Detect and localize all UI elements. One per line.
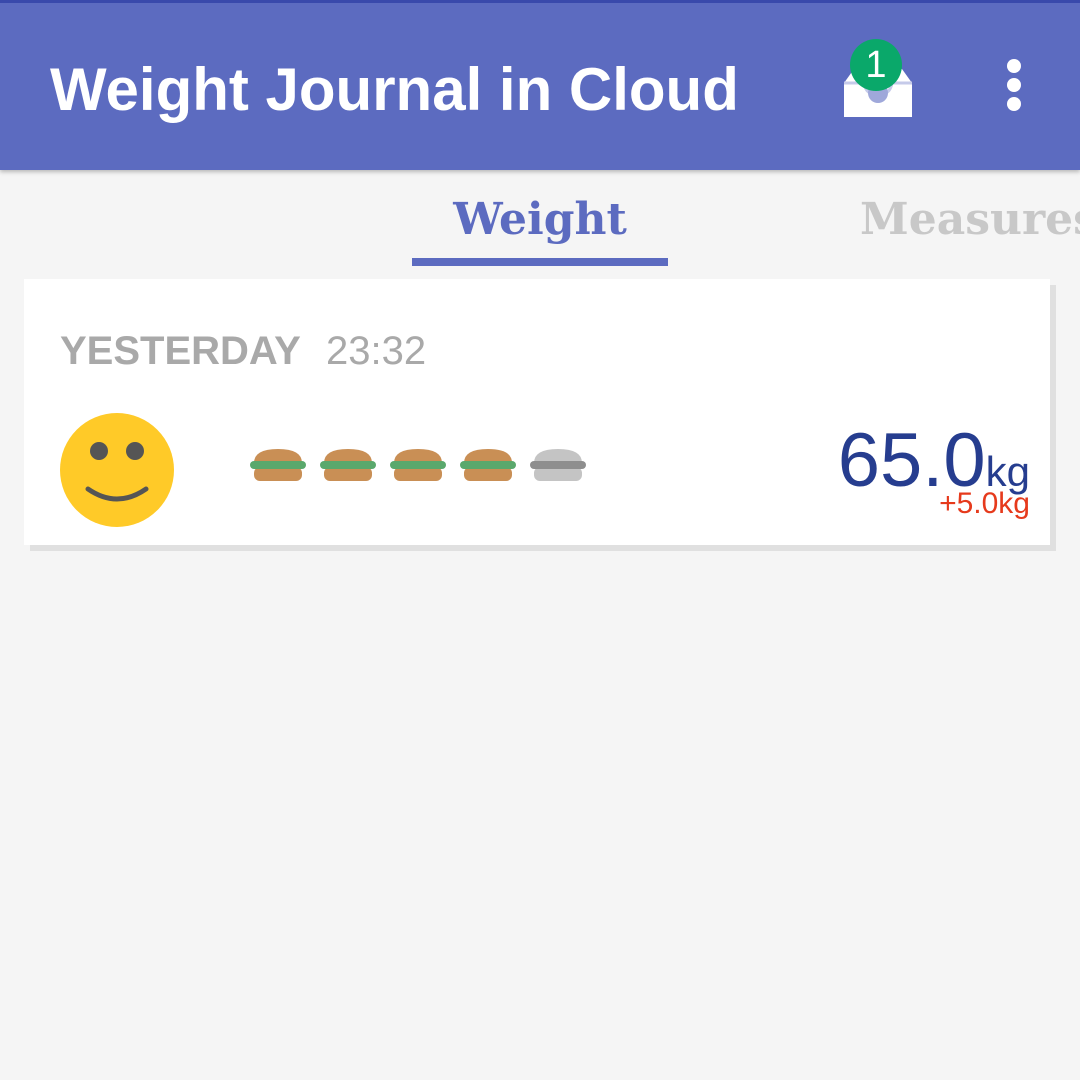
- inbox-button[interactable]: 1: [836, 39, 920, 123]
- burger-icon-filled: [250, 449, 306, 481]
- more-vert-icon: [1007, 59, 1021, 73]
- entry-time: 23:32: [326, 329, 427, 373]
- food-rating: [250, 447, 610, 487]
- burger-icon-empty: [530, 449, 586, 481]
- notification-badge: 1: [850, 39, 902, 91]
- tab-bar: Weight Measures: [0, 170, 1080, 270]
- entry-day: YESTERDAY: [60, 329, 301, 373]
- app-title: Weight Journal in Cloud: [50, 56, 739, 123]
- burger-icon-filled: [460, 449, 516, 481]
- more-vert-icon-dot: [1007, 97, 1021, 111]
- app-bar: Weight Journal in Cloud 1: [0, 0, 1080, 170]
- weight-change: +5.0kg: [939, 487, 1030, 520]
- tab-measures[interactable]: Measures: [860, 194, 1080, 245]
- weight-entry-card[interactable]: YESTERDAY 23:32 65.0kg +5.0kg: [24, 279, 1050, 545]
- more-vert-icon-dot: [1007, 78, 1021, 92]
- tab-weight[interactable]: Weight: [412, 194, 668, 245]
- burger-icon-filled: [320, 449, 376, 481]
- tab-indicator: [412, 258, 668, 266]
- smiley-face-icon: [60, 413, 174, 527]
- more-options-button[interactable]: [990, 59, 1038, 123]
- burger-icon-filled: [390, 449, 446, 481]
